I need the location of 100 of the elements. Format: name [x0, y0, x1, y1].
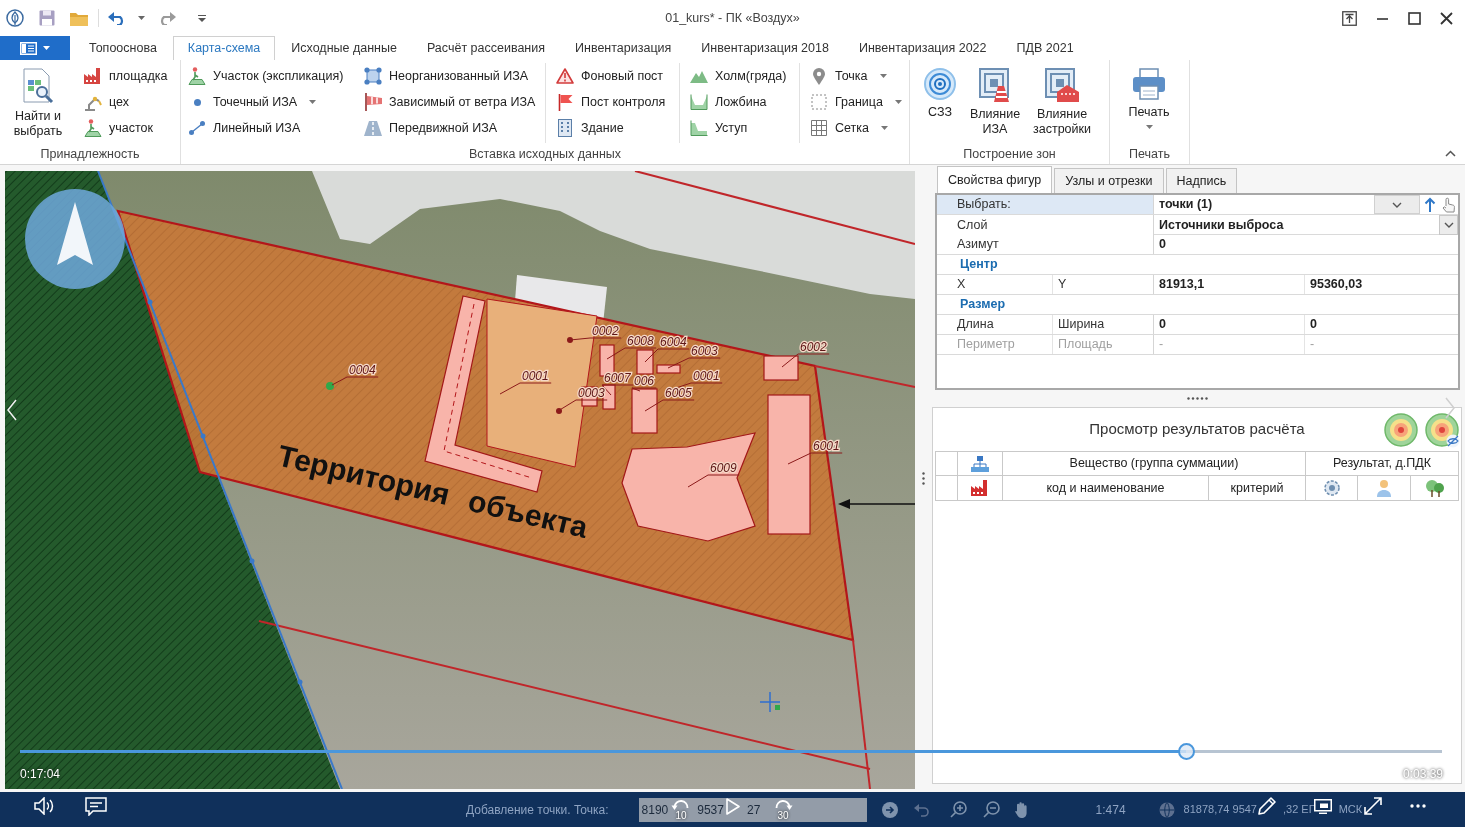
cursor-coordinates: МСК	[1338, 802, 1363, 818]
panel-tab[interactable]: Свойства фигур	[937, 166, 1053, 193]
property-value: 95360,03	[1309, 276, 1364, 294]
ribbon-button[interactable]: Линейный ИЗА	[187, 115, 304, 141]
chevron-down-icon	[1443, 222, 1454, 228]
target-rings-hidden-icon[interactable]	[1425, 413, 1460, 448]
field-value-text: 27	[746, 801, 761, 819]
ribbon-tab[interactable]: Расчёт рассеивания	[412, 36, 560, 60]
hand-icon[interactable]	[1013, 801, 1029, 818]
road-icon	[364, 120, 382, 136]
arrow-up-icon[interactable]	[1424, 196, 1436, 213]
property-value: Источники выброса	[1158, 216, 1284, 234]
ribbon-button[interactable]: цех	[83, 89, 132, 115]
ribbon-button[interactable]: Фоновый пост	[555, 63, 667, 89]
ribbon-tab[interactable]: Инвентаризация	[561, 36, 686, 60]
globe-icon	[1158, 801, 1175, 818]
ribbon-button[interactable]: Холм(гряда)	[689, 63, 790, 89]
expand-icon[interactable]	[1364, 797, 1382, 815]
pen-icon[interactable]	[1257, 796, 1277, 816]
table-header-cell[interactable]: Вещество (группа суммации)	[1003, 452, 1306, 476]
ribbon-large-button[interactable]: Найти и выбрать	[5, 63, 71, 139]
ribbon-button[interactable]: Ложбина	[689, 89, 770, 115]
flag-icon	[557, 93, 573, 111]
file-menu-button[interactable]	[0, 36, 70, 60]
ribbon-button[interactable]: Точечный ИЗА	[187, 89, 320, 115]
ribbon-button[interactable]: Уступ	[689, 115, 751, 141]
box-arrow-up-icon[interactable]	[1342, 10, 1357, 26]
arrow-circle-icon[interactable]	[881, 801, 898, 818]
property-value: 0	[1154, 315, 1305, 334]
collapse-chevron-icon[interactable]	[1445, 150, 1456, 157]
valley-icon	[690, 94, 708, 110]
ribbon-button[interactable]: участок	[83, 115, 156, 141]
table-header-cell[interactable]: код и наименование	[1003, 476, 1209, 501]
close-icon[interactable]	[1440, 11, 1453, 25]
panel-tab[interactable]: Узлы и отрезки	[1054, 168, 1164, 193]
factory-icon	[84, 68, 102, 84]
elapsed-time: 0:17:04	[20, 766, 61, 783]
field-value-text: 8190	[641, 801, 669, 819]
ribbon-tab[interactable]: Инвентаризация 2022	[844, 36, 1001, 60]
panel-tab[interactable]: Надпись	[1165, 168, 1238, 193]
leaf-icon[interactable]	[6, 9, 24, 27]
volume-icon[interactable]	[34, 797, 56, 815]
ribbon-button[interactable]: Зависимый от ветра ИЗА	[363, 89, 539, 115]
dropdown-button[interactable]	[1439, 215, 1458, 235]
ribbon-large-button[interactable]: СЗЗ	[916, 63, 964, 120]
map-scale: 1:474	[1095, 801, 1126, 819]
maximize-icon[interactable]	[1408, 11, 1421, 25]
ribbon-button[interactable]: Граница	[809, 89, 905, 115]
ribbon-tab[interactable]: ПДВ 2021	[1002, 36, 1088, 60]
play-icon[interactable]	[726, 798, 740, 815]
ribbon-button[interactable]: Неорганизованный ИЗА	[363, 63, 532, 89]
chevron-left-icon[interactable]	[7, 399, 17, 421]
screen-cast-icon[interactable]	[1314, 799, 1332, 814]
person-icon	[1376, 479, 1392, 497]
ribbon-button[interactable]: Передвижной ИЗА	[363, 115, 501, 141]
redo-icon[interactable]	[158, 11, 176, 25]
property-value: 0	[1158, 236, 1166, 254]
zoom-in-icon[interactable]	[949, 801, 967, 818]
undo-icon[interactable]	[108, 11, 126, 25]
splitter-grip-icon[interactable]	[1186, 397, 1208, 400]
splitter-grip-icon[interactable]	[922, 472, 925, 485]
ribbon-button[interactable]: Здание	[555, 115, 627, 141]
hierarchy-icon	[971, 455, 989, 472]
source-label: 0001	[499, 369, 552, 395]
ribbon-tab[interactable]: Инвентаризация 2018	[687, 36, 843, 60]
table-header-cell[interactable]: критерий	[1209, 476, 1306, 501]
quick-access-menu-icon[interactable]	[198, 14, 206, 22]
ribbon-large-button[interactable]: Влияние застройки	[1026, 63, 1098, 137]
ribbon-group-label: Построение зон	[963, 146, 1056, 164]
point-marker-icon	[326, 382, 334, 390]
subtitles-icon[interactable]	[85, 797, 107, 816]
caret-down-icon[interactable]	[138, 16, 145, 20]
table-header-cell[interactable]: Результат, д.ПДК	[1306, 452, 1459, 476]
panel-layout-icon	[20, 41, 37, 55]
ribbon-button[interactable]: Точка	[809, 63, 890, 89]
ribbon-button[interactable]: Сетка	[809, 115, 891, 141]
property-value: 81913,1	[1154, 275, 1305, 294]
cursor-coordinates: 81878,74 9547	[1183, 802, 1257, 818]
property-value: -	[1309, 336, 1316, 354]
video-progress-track[interactable]	[20, 750, 1442, 753]
property-value: 0	[1309, 316, 1318, 334]
chevron-down-icon	[1392, 201, 1402, 208]
property-value: точки (1)	[1158, 196, 1213, 214]
zoom-out-icon[interactable]	[982, 801, 1000, 818]
grid-icon	[811, 120, 827, 136]
ribbon-large-button[interactable]: Влияние ИЗА	[964, 63, 1026, 137]
ribbon-large-button[interactable]: Печать	[1114, 63, 1184, 129]
dot-icon	[193, 98, 201, 106]
ribbon-tab[interactable]: Топооснова	[75, 36, 171, 60]
undo-icon[interactable]	[913, 802, 930, 817]
ribbon-button[interactable]: Пост контроля	[555, 89, 669, 115]
ribbon-tab[interactable]: Карта-схема	[172, 36, 276, 60]
ribbon-button[interactable]: Участок (экспликация)	[187, 63, 347, 89]
target-rings-icon[interactable]	[1384, 413, 1419, 448]
pointer-hand-icon[interactable]	[1442, 196, 1455, 213]
ribbon-button[interactable]: площадка	[83, 63, 171, 89]
caret-down-icon	[43, 46, 50, 50]
ribbon-tab[interactable]: Исходные данные	[277, 36, 411, 60]
more-icon[interactable]	[1410, 804, 1426, 808]
emission-source-shape	[763, 355, 799, 381]
